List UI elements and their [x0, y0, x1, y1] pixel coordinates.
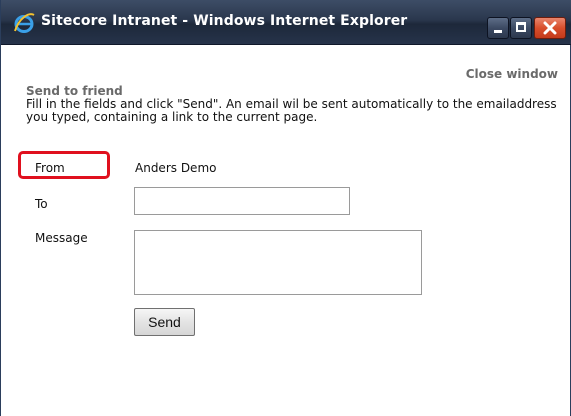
internet-explorer-icon	[14, 13, 35, 33]
close-icon	[543, 21, 557, 35]
page-heading: Send to friend	[26, 84, 123, 98]
minimize-icon	[494, 30, 502, 33]
title-bar[interactable]: Sitecore Intranet - Windows Internet Exp…	[1, 0, 571, 45]
minimize-button[interactable]	[487, 17, 509, 39]
to-label: To	[35, 197, 48, 211]
maximize-button[interactable]	[510, 17, 532, 39]
message-textarea[interactable]	[134, 230, 422, 295]
send-button[interactable]: Send	[134, 308, 195, 336]
instructions-content: Fill in the fields and click "Send". An …	[26, 97, 557, 124]
window-title: Sitecore Intranet - Windows Internet Exp…	[41, 13, 408, 29]
to-input[interactable]	[134, 187, 350, 215]
close-window-link[interactable]: Close window	[466, 67, 558, 81]
browser-window: Sitecore Intranet - Windows Internet Exp…	[0, 0, 571, 416]
maximize-icon	[516, 22, 526, 32]
from-label: From	[35, 161, 65, 175]
from-value: Anders Demo	[135, 161, 217, 175]
close-window-button[interactable]	[534, 17, 566, 39]
page-content: Close window Send to friend Fill in the …	[1, 45, 570, 416]
message-label: Message	[35, 231, 88, 245]
instructions-text: Fill in the fields and click "Send". An …	[26, 98, 566, 124]
